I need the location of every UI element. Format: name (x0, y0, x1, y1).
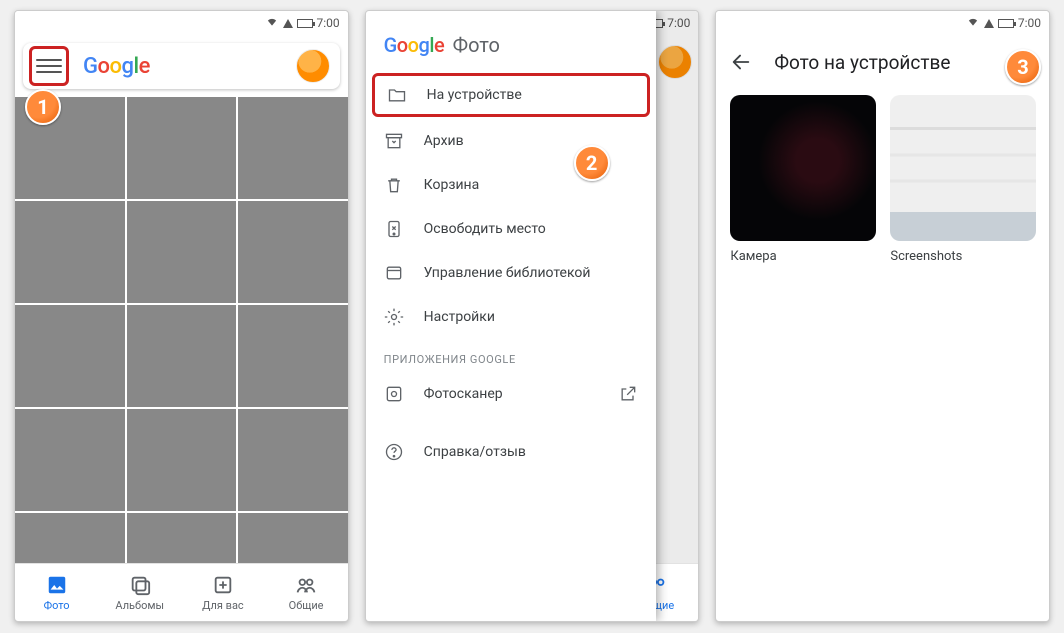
panel-3-device-folders: 7:00 Фото на устройстве Камера Screensho… (715, 10, 1050, 622)
photo-thumb[interactable] (127, 409, 237, 511)
gear-icon (384, 307, 404, 327)
page-title: Фото на устройстве (774, 51, 950, 74)
drawer-header: Google Фото (366, 17, 656, 71)
folder-screenshots[interactable]: Screenshots (890, 95, 1036, 264)
foryou-icon (212, 574, 234, 596)
photo-thumb[interactable] (238, 97, 348, 199)
tab-label: Для вас (202, 599, 244, 612)
back-button[interactable] (730, 51, 752, 73)
tab-label: Альбомы (115, 599, 164, 612)
item-label: Фотосканер (424, 386, 503, 402)
drawer-item-library[interactable]: Управление библиотекой (366, 251, 656, 295)
folder-thumb (730, 95, 876, 241)
google-logo: Google (83, 54, 150, 79)
device-folder-list: Камера Screenshots (716, 89, 1049, 270)
folder-camera[interactable]: Камера (730, 95, 876, 264)
photo-thumb[interactable] (127, 201, 237, 303)
callout-badge-2: 2 (574, 145, 610, 181)
drawer-item-photoscan[interactable]: Фотосканер (366, 372, 656, 416)
library-icon (384, 263, 404, 283)
drawer-section-label: ПРИЛОЖЕНИЯ GOOGLE (366, 339, 656, 372)
folder-icon (387, 85, 407, 105)
tab-label: Общие (289, 599, 324, 612)
drawer-item-trash[interactable]: Корзина (366, 163, 656, 207)
free-space-icon (384, 219, 404, 239)
item-label: Освободить место (424, 221, 546, 237)
status-time: 7:00 (317, 16, 340, 30)
item-label: Настройки (424, 309, 495, 325)
signal-icon (283, 19, 293, 28)
scanner-icon (384, 384, 404, 404)
drawer-item-settings[interactable]: Настройки (366, 295, 656, 339)
external-icon (618, 384, 638, 404)
folder-label: Камера (730, 249, 876, 264)
tab-albums[interactable]: Альбомы (98, 564, 181, 621)
item-label: Архив (424, 133, 464, 149)
panel-1-photos: 7:00 Google Google Фото (14, 10, 349, 622)
photo-thumb[interactable] (238, 305, 348, 407)
status-time: 7:00 (1018, 16, 1041, 30)
photo-icon (46, 574, 68, 596)
callout-badge-1: 1 (25, 89, 61, 125)
sharing-icon (295, 574, 317, 596)
photo-thumb[interactable] (15, 201, 125, 303)
google-logo: Google (384, 33, 449, 57)
brand-suffix: Фото (453, 33, 500, 57)
photo-grid[interactable] (15, 97, 348, 563)
tab-sharing[interactable]: Общие (265, 564, 348, 621)
account-avatar[interactable] (296, 49, 330, 83)
wifi-icon (966, 16, 980, 30)
battery-icon (998, 19, 1014, 28)
status-bar: 7:00 (15, 11, 348, 35)
drawer-item-help[interactable]: Справка/отзыв (366, 430, 656, 474)
photo-thumb[interactable] (238, 409, 348, 511)
item-label: На устройстве (427, 87, 522, 103)
nav-drawer: Google Фото На устройстве Архив Корзина … (366, 11, 656, 621)
photo-thumb[interactable] (127, 97, 237, 199)
drawer-item-on-device[interactable]: На устройстве (372, 73, 650, 117)
tab-photos[interactable]: Фото (15, 564, 98, 621)
photo-thumb[interactable] (238, 513, 348, 563)
photo-thumb[interactable] (15, 305, 125, 407)
photo-thumb[interactable] (15, 409, 125, 511)
item-label: Управление библиотекой (424, 265, 591, 281)
callout-badge-3: 3 (1005, 49, 1041, 85)
photo-thumb[interactable] (238, 201, 348, 303)
bottom-nav: Фото Альбомы Для вас Общие (15, 563, 348, 621)
photo-thumb[interactable] (127, 305, 237, 407)
help-icon (384, 442, 404, 462)
menu-button[interactable] (36, 53, 62, 79)
panel-2-drawer: 7:00 Общие Google Фото На устройстве (365, 10, 700, 622)
device-photos-header: Фото на устройстве (716, 35, 1049, 89)
signal-icon (984, 19, 994, 28)
item-label: Корзина (424, 177, 480, 193)
trash-icon (384, 175, 404, 195)
photo-thumb[interactable] (127, 513, 237, 563)
drawer-item-free-space[interactable]: Освободить место (366, 207, 656, 251)
albums-icon (129, 574, 151, 596)
item-label: Справка/отзыв (424, 444, 526, 460)
archive-icon (384, 131, 404, 151)
search-bar[interactable]: Google Google (23, 43, 340, 89)
wifi-icon (265, 16, 279, 30)
tab-foryou[interactable]: Для вас (181, 564, 264, 621)
drawer-item-archive[interactable]: Архив (366, 119, 656, 163)
battery-icon (297, 19, 313, 28)
hamburger-highlight (29, 46, 69, 86)
photo-thumb[interactable] (15, 513, 125, 563)
folder-label: Screenshots (890, 249, 1036, 264)
folder-thumb (890, 95, 1036, 241)
status-bar: 7:00 (716, 11, 1049, 35)
tab-label: Фото (44, 599, 70, 612)
